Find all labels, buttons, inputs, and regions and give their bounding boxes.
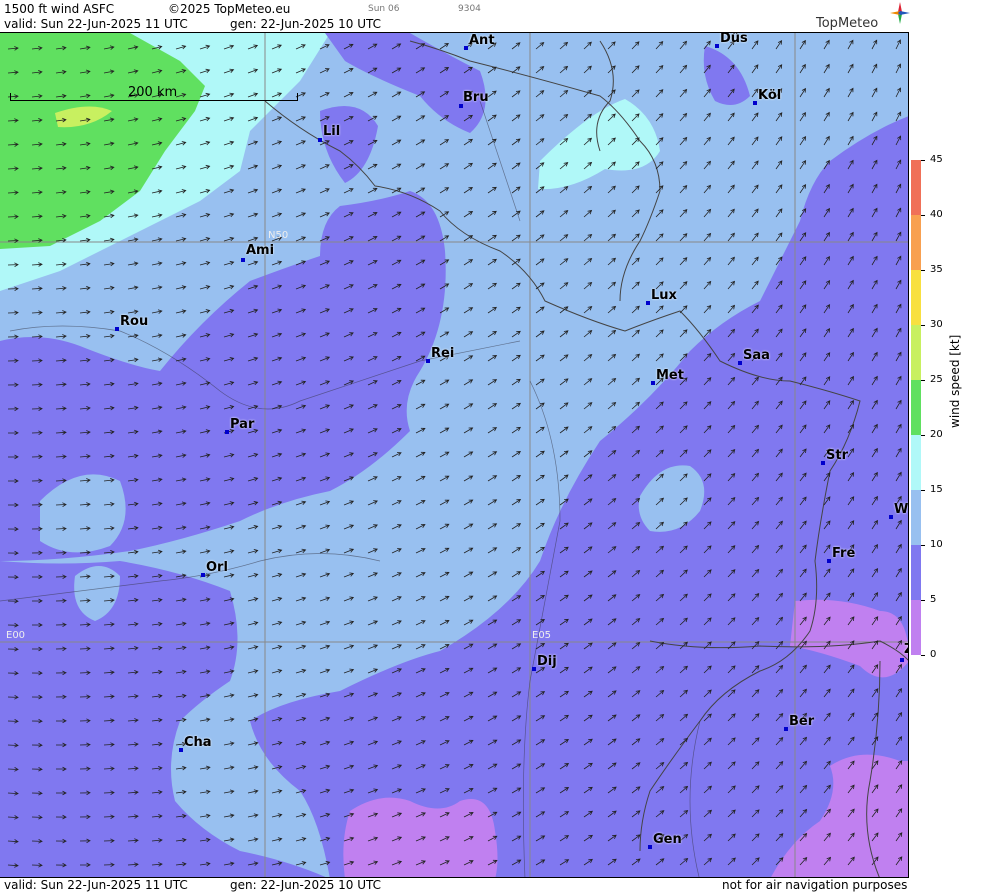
city-marker [464,46,468,50]
legend-tick-label: 10 [930,539,943,550]
legend-tick-label: 45 [930,154,943,165]
city-ami[interactable]: Ami [246,243,274,258]
city-met[interactable]: Met [656,368,684,383]
legend-tick-label: 30 [930,319,943,330]
city-marker [821,461,825,465]
legend-tickmark [921,325,925,326]
legend-swatch-35-40 [911,215,921,270]
city-marker [225,430,229,434]
valid-time: valid: Sun 22-Jun-2025 11 UTC [4,17,188,31]
legend-tickmark [921,270,925,271]
longitude-label-e05: E05 [532,630,552,641]
legend-swatch-0-5 [911,600,921,655]
legend-tick-label: 25 [930,374,943,385]
city-marker [784,727,788,731]
city-marker [715,44,719,48]
city-marker [738,361,742,365]
legend-tick-label: 35 [930,264,943,275]
legend-tick-label: 0 [930,649,937,660]
map-title: 1500 ft wind ASFC [4,2,115,16]
legend-tick-label: 5 [930,594,937,605]
city-marker [646,301,650,305]
city-marker [651,381,655,385]
city-kol[interactable]: Köl [758,88,781,103]
city-gen[interactable]: Gen [653,832,682,847]
copyright: ©2025 TopMeteo.eu [168,2,291,16]
city-marker [648,845,652,849]
city-marker [532,667,536,671]
city-ant[interactable]: Ant [469,33,495,48]
wind-map[interactable]: 200 km N50 E00 E05 Ant Düs Bru Köl Lil A… [0,32,909,878]
city-rei[interactable]: Rei [431,346,454,361]
city-ber[interactable]: Ber [789,714,814,729]
legend-swatch-10-15 [911,490,921,545]
legend-swatch-30-35 [911,270,921,325]
city-z[interactable]: Z [904,642,908,657]
legend-tickmark [921,545,925,546]
compass-icon [890,2,910,24]
legend-tick-label: 20 [930,429,943,440]
legend-swatch-5-10 [911,545,921,600]
city-saa[interactable]: Saa [743,348,770,363]
city-bru[interactable]: Bru [463,90,489,105]
topmeteo-logo[interactable]: TopMeteo [816,2,910,32]
city-dij[interactable]: Dij [537,654,557,669]
city-cha[interactable]: Cha [184,735,212,750]
city-orl[interactable]: Orl [206,560,228,575]
legend-tickmark [921,655,925,656]
city-marker [179,748,183,752]
city-str[interactable]: Str [826,448,848,463]
legend-tickmark [921,215,925,216]
legend-tickmark [921,435,925,436]
footer-generated-time: gen: 22-Jun-2025 10 UTC [230,878,382,892]
city-lil[interactable]: Lil [323,124,340,139]
city-marker [426,359,430,363]
navigation-disclaimer: not for air navigation purposes [722,878,908,892]
city-marker [900,658,904,662]
city-fre[interactable]: Fre [832,546,855,561]
city-marker [753,101,757,105]
legend-tickmark [921,160,925,161]
legend-tick-label: 40 [930,209,943,220]
latitude-label-n50: N50 [268,230,289,241]
wind-speed-field [0,33,908,877]
city-dus[interactable]: Düs [720,33,748,46]
city-par[interactable]: Par [230,417,254,432]
legend-tickmark [921,490,925,491]
product-code: 9304 [458,4,481,14]
legend-tickmark [921,380,925,381]
legend-swatch-40-45 [911,160,921,215]
city-marker [201,573,205,577]
legend-title: wind speed [kt] [948,334,962,428]
city-rou[interactable]: Rou [120,314,148,329]
logo-text: TopMeteo [816,16,879,31]
city-marker [241,258,245,262]
city-lux[interactable]: Lux [651,288,677,303]
city-marker [889,515,893,519]
longitude-label-e00: E00 [6,630,26,641]
city-marker [318,138,322,142]
footer-valid-time: valid: Sun 22-Jun-2025 11 UTC [4,878,188,892]
generated-time: gen: 22-Jun-2025 10 UTC [230,17,382,31]
legend-tick-label: 15 [930,484,943,495]
legend-tickmark [921,600,925,601]
scale-bar-label: 200 km [128,85,178,100]
city-marker [827,559,831,563]
run-label: Sun 06 [368,4,400,14]
legend-swatch-25-30 [911,325,921,380]
city-w[interactable]: W [894,502,908,517]
legend-swatch-15-20 [911,435,921,490]
city-marker [115,327,119,331]
wind-speed-legend [911,160,921,655]
legend-swatch-20-25 [911,380,921,435]
